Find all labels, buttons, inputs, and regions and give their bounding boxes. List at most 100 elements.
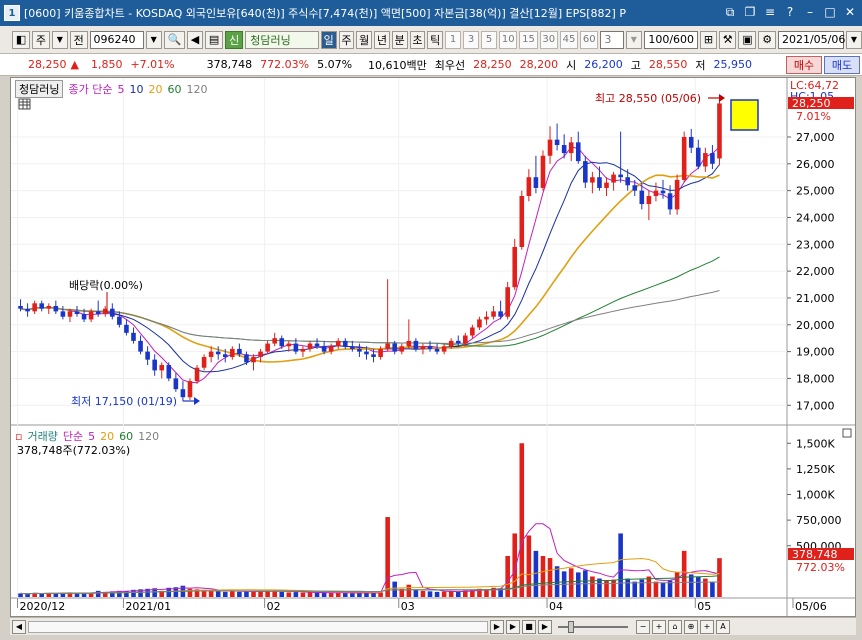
sell-button[interactable]: 매도 <box>824 56 860 74</box>
period-week[interactable]: 주 <box>338 30 355 49</box>
period-tick[interactable]: 틱 <box>427 30 444 49</box>
minute-option-3[interactable]: 3 <box>463 30 480 49</box>
volume-bar <box>215 591 221 597</box>
date-input[interactable]: 2021/05/06 <box>777 30 845 49</box>
calendar-icon[interactable]: ▼ <box>845 30 862 49</box>
chart-svg[interactable]: 27,000 26,000 25,000 24,000 23,000 22,000 21,0… <box>11 78 855 616</box>
layout-icon[interactable]: ◧ <box>12 30 31 49</box>
price-legend-label[interactable]: 종가 단순 <box>68 81 112 97</box>
candle-body <box>342 340 348 347</box>
type-select[interactable]: 주 <box>32 30 50 49</box>
volume-ma-5: 5 <box>88 429 96 443</box>
candle-body <box>194 367 200 382</box>
minute-option-5[interactable]: 5 <box>481 30 498 49</box>
candle-body <box>25 308 30 312</box>
panel-toggle-icon[interactable] <box>842 428 852 438</box>
grid-view-icon[interactable] <box>18 98 31 110</box>
add-icon[interactable]: + <box>700 619 714 634</box>
price-tick-label: 21,000 <box>796 292 835 305</box>
volume-bar <box>124 591 129 597</box>
volume-bar <box>688 574 694 597</box>
turnover: 5.07% <box>317 58 353 71</box>
maximize-icon[interactable]: □ <box>822 4 838 20</box>
help-icon[interactable]: ? <box>782 4 798 20</box>
price-tick-label: 18,000 <box>796 372 835 385</box>
candle-body <box>124 324 129 333</box>
price-ma-60: 60 <box>167 82 182 96</box>
save-icon[interactable]: ▣ <box>738 30 757 49</box>
price-tick-label: 17,000 <box>796 399 835 412</box>
menu-icon[interactable]: ≡ <box>762 4 778 20</box>
volume-bar <box>646 576 652 597</box>
count-input[interactable]: 100/600 <box>643 30 699 49</box>
candle-body <box>392 343 398 352</box>
indicator-icon[interactable]: ⊞ <box>700 30 717 49</box>
minute-option-15[interactable]: 15 <box>519 30 538 49</box>
zoom-in-icon[interactable]: + <box>652 619 666 634</box>
dropdown-icon[interactable]: ▼ <box>51 30 68 49</box>
candle-body <box>88 311 94 320</box>
restore-icon[interactable]: ⧉ <box>722 4 738 20</box>
minute-option-1[interactable]: 1 <box>445 30 462 49</box>
minimize-icon[interactable]: – <box>802 4 818 20</box>
candle-body <box>328 346 334 352</box>
price-ma-line-10 <box>20 161 720 373</box>
period-month[interactable]: 월 <box>356 30 373 49</box>
period-minute[interactable]: 분 <box>391 30 408 49</box>
price-ma-120: 120 <box>186 82 208 96</box>
scroll-right-icon[interactable]: ▶ <box>490 619 504 634</box>
volume-bar <box>321 592 327 597</box>
scroll-left-icon[interactable]: ◀ <box>12 619 26 634</box>
magnet-icon[interactable]: ⌂ <box>668 619 682 634</box>
volume-bar <box>95 590 101 597</box>
price-tick-label: 25,000 <box>796 185 835 198</box>
minute-option-45[interactable]: 45 <box>559 30 579 49</box>
cursor-icon[interactable]: ⊕ <box>684 619 698 634</box>
period-day[interactable]: 일 <box>320 30 337 49</box>
candle-body <box>321 346 327 352</box>
play-icon[interactable]: ▶ <box>506 619 520 634</box>
minute-option-10[interactable]: 10 <box>499 30 518 49</box>
play-end-icon[interactable]: ▶ <box>538 619 552 634</box>
new-window-icon[interactable]: ❐ <box>742 4 758 20</box>
chart-area[interactable]: 27,000 26,000 25,000 24,000 23,000 22,000 21,0… <box>10 77 856 617</box>
list-icon[interactable]: ▤ <box>205 30 224 49</box>
close-icon[interactable]: ✕ <box>842 4 858 20</box>
scroll-track[interactable] <box>28 620 488 633</box>
gear-icon[interactable]: ⚙ <box>758 30 776 49</box>
volume-bar <box>350 593 355 597</box>
buy-button[interactable]: 매수 <box>786 56 822 74</box>
window-titlebar: 1 [0600] 키움종합차트 - KOSDAQ 외국인보유[640(천)] 주… <box>0 0 862 26</box>
zoom-out-icon[interactable]: − <box>636 619 650 634</box>
minute-option-30[interactable]: 30 <box>539 30 558 49</box>
candle-body <box>484 316 489 320</box>
sound-icon[interactable]: ◀ <box>186 30 204 49</box>
candle-body <box>32 303 37 312</box>
candle-body <box>230 348 235 357</box>
volume-bar <box>357 592 362 597</box>
search-icon[interactable]: 🔍 <box>163 30 185 49</box>
current-price-tag: 28,250 <box>792 97 831 110</box>
candle-body <box>547 139 553 156</box>
highlight-marker[interactable] <box>730 99 759 131</box>
minute-option-60[interactable]: 60 <box>580 30 599 49</box>
tools-icon[interactable]: ⚒ <box>718 30 737 49</box>
chart-scrollbar[interactable]: ◀ ▶ ▶ ■ ▶ − + ⌂ ⊕ + A <box>10 617 856 635</box>
code-dropdown-icon[interactable]: ▼ <box>145 30 162 49</box>
price-tick-label: 27,000 <box>796 131 835 144</box>
candle-body <box>583 161 588 183</box>
prev-button[interactable]: 전 <box>69 30 88 49</box>
stock-code-input[interactable]: 096240 <box>89 30 144 49</box>
zoom-slider[interactable] <box>558 620 628 633</box>
minute-select[interactable]: 3 <box>600 30 624 49</box>
volume-bar <box>448 591 454 597</box>
stock-tag[interactable]: 청담러닝 <box>15 80 64 98</box>
candle-body <box>448 340 454 347</box>
text-icon[interactable]: A <box>716 619 730 634</box>
stop-icon[interactable]: ■ <box>522 619 536 634</box>
candle-body <box>632 185 638 191</box>
period-year[interactable]: 년 <box>374 30 390 49</box>
volume-bar <box>611 579 616 597</box>
minute-dropdown-icon[interactable]: ▼ <box>625 30 642 49</box>
period-second[interactable]: 초 <box>409 30 426 49</box>
